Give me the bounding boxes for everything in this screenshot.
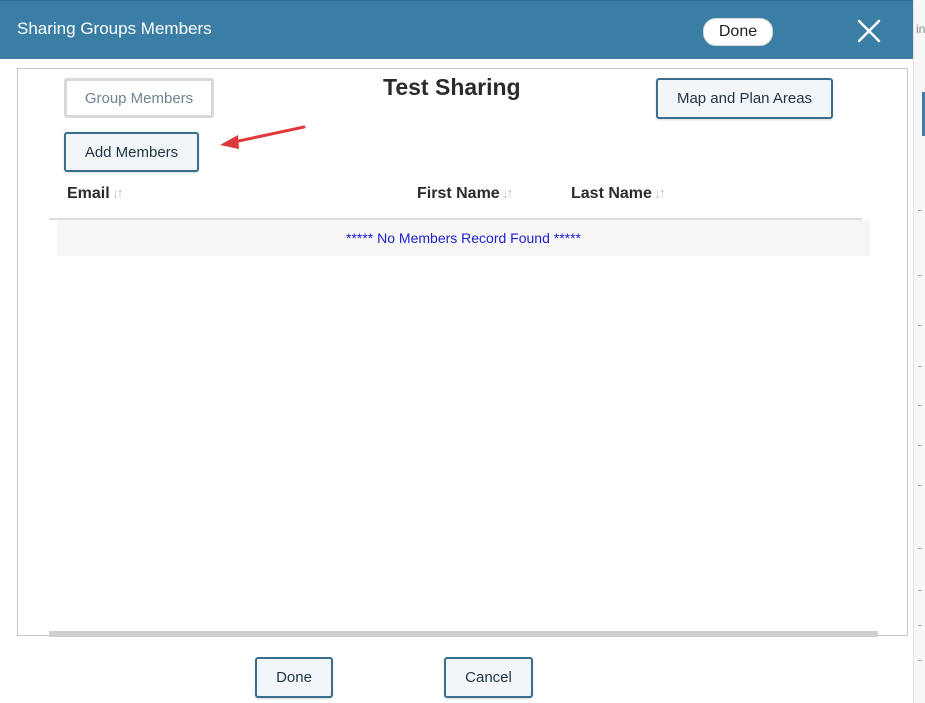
sort-icon[interactable]: ↓↑ (654, 185, 666, 202)
annotation-arrow (220, 125, 306, 149)
dialog-titlebar: Sharing Groups Members Done (0, 0, 913, 59)
sort-icon[interactable]: ↓↑ (112, 185, 124, 202)
empty-table-message: ***** No Members Record Found ***** (57, 220, 870, 256)
background-partial-text: in (916, 22, 925, 36)
column-header-first-name[interactable]: First Name ↓↑ (417, 185, 514, 203)
group-name-heading: Test Sharing (383, 74, 521, 100)
sort-icon[interactable]: ↓↑ (502, 185, 514, 202)
add-members-button[interactable]: Add Members (64, 132, 199, 172)
horizontal-scrollbar[interactable] (49, 631, 878, 637)
map-plan-areas-button[interactable]: Map and Plan Areas (656, 78, 833, 119)
done-button[interactable]: Done (255, 657, 333, 698)
group-members-button[interactable]: Group Members (64, 78, 214, 118)
sharing-groups-dialog: Sharing Groups Members Done Group Member… (0, 0, 913, 703)
cancel-button[interactable]: Cancel (444, 657, 533, 698)
close-icon[interactable] (855, 17, 883, 45)
dialog-title: Sharing Groups Members (17, 19, 212, 38)
background-page: in (913, 0, 925, 703)
column-header-last-name[interactable]: Last Name ↓↑ (571, 185, 666, 203)
column-header-email[interactable]: Email ↓↑ (67, 185, 124, 203)
titlebar-done-button[interactable]: Done (703, 18, 773, 46)
